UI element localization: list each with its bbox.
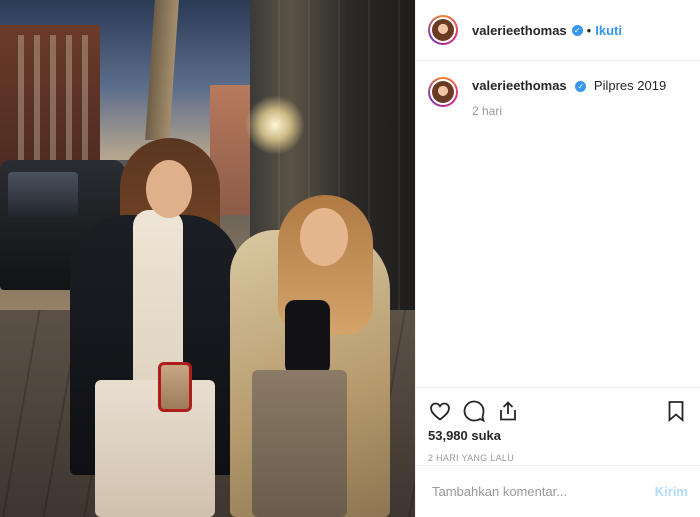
follow-button[interactable]: Ikuti: [595, 23, 622, 38]
caption-avatar-ring-gap: [430, 79, 456, 105]
share-icon[interactable]: [496, 399, 520, 423]
post-photo[interactable]: [0, 0, 415, 517]
comment-icon[interactable]: [462, 399, 486, 423]
verified-badge-icon: ✓: [571, 24, 583, 36]
caption-row: valerieethomas ✓ Pilpres 2019 2 hari: [428, 77, 688, 120]
post-side-panel: valerieethomas ✓ • Ikuti valerieethomas …: [415, 0, 700, 517]
heart-icon[interactable]: [428, 399, 452, 423]
instagram-post: valerieethomas ✓ • Ikuti valerieethomas …: [0, 0, 700, 517]
avatar-ring-gap: [430, 17, 456, 43]
photo-person-right-face: [300, 208, 348, 266]
comment-bar: Kirim: [416, 465, 700, 517]
comment-input[interactable]: [430, 483, 655, 500]
photo-person-left-pants: [95, 380, 215, 517]
caption-body: Pilpres 2019: [593, 78, 667, 93]
caption-avatar-photo: [432, 81, 454, 103]
photo-person-right-top: [285, 300, 330, 375]
caption-verified-badge-icon: ✓: [575, 81, 587, 92]
posted-time[interactable]: 2 HARI YANG LALU: [428, 453, 688, 463]
avatar-photo: [432, 19, 454, 41]
action-icons: [428, 396, 688, 426]
like-count[interactable]: 53,980 suka: [428, 428, 688, 443]
photo-handbag: [158, 362, 192, 412]
send-comment-button[interactable]: Kirim: [655, 484, 688, 499]
separator-dot: •: [586, 22, 592, 38]
caption-username[interactable]: valerieethomas: [472, 78, 567, 93]
post-actions: 53,980 suka 2 HARI YANG LALU: [416, 387, 700, 465]
caption-line: valerieethomas ✓ Pilpres 2019: [472, 77, 666, 94]
caption-text: valerieethomas ✓ Pilpres 2019 2 hari: [472, 77, 666, 120]
caption-timestamp[interactable]: 2 hari: [472, 103, 666, 120]
avatar[interactable]: [428, 15, 458, 45]
photo-person-left-face: [146, 160, 192, 218]
post-header: valerieethomas ✓ • Ikuti: [416, 0, 700, 61]
photo-person-right-pants: [252, 370, 347, 517]
caption-avatar[interactable]: [428, 77, 458, 107]
caption-area: valerieethomas ✓ Pilpres 2019 2 hari: [416, 61, 700, 387]
bookmark-icon[interactable]: [664, 399, 688, 423]
photo-sun: [245, 95, 305, 155]
header-username[interactable]: valerieethomas: [472, 23, 567, 38]
